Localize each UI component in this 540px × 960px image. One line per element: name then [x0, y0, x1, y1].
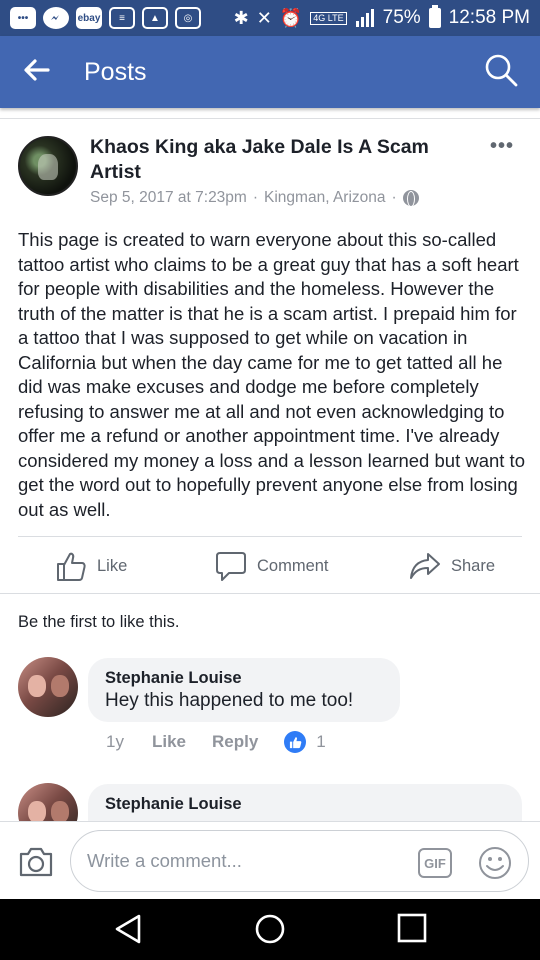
page-avatar[interactable] [18, 136, 78, 196]
battery-percent: 75% [382, 7, 421, 28]
post-location[interactable]: Kingman, Arizona [264, 189, 386, 207]
comment-bubble[interactable]: Stephanie Louise Hey this happened to me… [88, 658, 400, 722]
post-actions: Like Comment Share [0, 544, 540, 588]
likes-summary: Be the first to like this. [18, 613, 180, 631]
comment-reply-link[interactable]: Reply [212, 732, 258, 752]
camera-icon[interactable] [18, 846, 54, 883]
clock: 12:58 PM [448, 7, 530, 28]
home-nav-icon[interactable] [254, 913, 286, 950]
battery-icon [428, 5, 441, 28]
ebay-icon: ebay [76, 7, 102, 29]
comment-input[interactable] [70, 830, 529, 892]
notification-icons: ••• ebay ≡ ▲ ◎ [10, 7, 201, 29]
recents-nav-icon[interactable] [397, 913, 427, 948]
app-bar: Posts [0, 36, 540, 108]
meta-separator: · [391, 189, 397, 206]
post-body: This page is created to warn everyone ab… [18, 229, 525, 520]
post-meta: Sep 5, 2017 at 7:23pm · Kingman, Arizona… [90, 189, 419, 207]
like-reaction-icon[interactable] [284, 731, 307, 753]
back-nav-icon[interactable] [113, 913, 143, 950]
like-label: Like [97, 556, 128, 575]
more-options-icon[interactable]: ••• [490, 135, 514, 158]
globe-icon [402, 190, 419, 207]
comment-meta: 1y Like Reply 1 [106, 731, 326, 753]
search-icon[interactable] [484, 53, 518, 92]
comment-like-link[interactable]: Like [152, 732, 186, 752]
post-card: Khaos King aka Jake Dale Is A Scam Artis… [0, 118, 540, 593]
share-arrow-icon [410, 553, 440, 579]
comment-bubble-icon [216, 552, 246, 581]
comment-like-count: 1 [316, 732, 326, 751]
bluetooth-icon: ✱ [233, 7, 249, 28]
meta-separator: · [252, 189, 259, 206]
comment-button[interactable]: Comment [215, 550, 329, 582]
like-button[interactable]: Like [55, 550, 127, 582]
mute-icon: ✕ [256, 7, 272, 28]
commenter-name[interactable]: Stephanie Louise [105, 667, 383, 689]
system-icons: ✱ ✕ ⏰ 4G LTE 75% 12:58 PM [233, 5, 530, 29]
thumbs-up-icon [57, 552, 86, 581]
back-arrow-icon[interactable] [22, 58, 50, 87]
instagram-icon: ◎ [175, 7, 201, 29]
messages-icon: ••• [10, 7, 36, 29]
emoji-icon[interactable] [478, 846, 512, 885]
status-bar: ••• ebay ≡ ▲ ◎ ✱ ✕ ⏰ 4G LTE 75% 12:58 PM [0, 0, 540, 36]
comment-text: Hey this happened to me too! [105, 690, 354, 711]
share-label: Share [451, 556, 496, 575]
news-icon: ≡ [109, 7, 135, 29]
alarm-icon: ⏰ [279, 7, 303, 28]
comment-age: 1y [106, 732, 124, 751]
android-nav-bar [0, 899, 540, 960]
section-divider [0, 593, 540, 594]
commenter-avatar[interactable] [18, 657, 78, 717]
network-indicator: 4G LTE [310, 11, 347, 25]
page-title: Posts [84, 57, 147, 86]
messenger-icon [43, 7, 69, 29]
divider [18, 536, 522, 537]
share-button[interactable]: Share [409, 550, 495, 582]
commenter-name[interactable]: Stephanie Louise [105, 793, 505, 815]
post-author[interactable]: Khaos King aka Jake Dale Is A Scam Artis… [90, 135, 470, 185]
comment-label: Comment [257, 556, 329, 575]
comment-composer: GIF [0, 821, 540, 899]
signal-icon [355, 9, 374, 27]
gallery-icon: ▲ [142, 7, 168, 29]
post-date[interactable]: Sep 5, 2017 at 7:23pm [90, 189, 247, 207]
gif-button[interactable]: GIF [418, 848, 452, 878]
